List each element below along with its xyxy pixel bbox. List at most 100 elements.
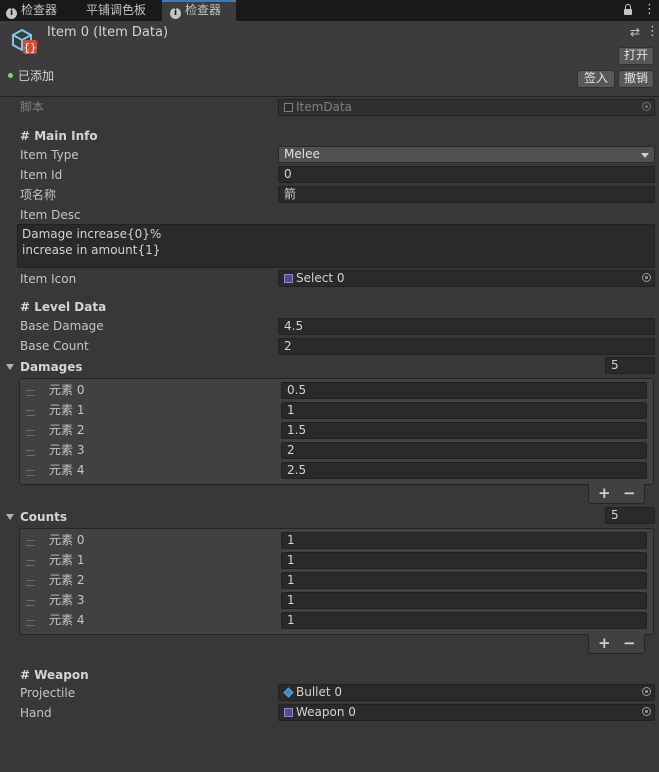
item-name-field[interactable]: 箭 — [278, 186, 655, 203]
lock-icon[interactable] — [624, 4, 632, 16]
chevron-down-icon — [641, 153, 649, 158]
item-type-dropdown[interactable]: Melee — [278, 146, 655, 163]
tab-label: 检查器 — [185, 3, 222, 17]
damages-element-label: 元素 3 — [49, 443, 85, 457]
revert-button[interactable]: 撤销 — [618, 70, 654, 88]
item-id-field[interactable]: 0 — [278, 166, 655, 183]
tab-label: 平铺调色板 — [86, 3, 147, 17]
base-damage-label: Base Damage — [20, 319, 104, 333]
damages-size-field[interactable]: 5 — [605, 357, 655, 374]
drag-handle-icon[interactable] — [26, 450, 35, 456]
damages-list-footer: + − — [588, 484, 645, 504]
script-label: 脚本 — [20, 100, 45, 114]
scriptable-object-icon: {} — [10, 27, 38, 55]
drag-handle-icon[interactable] — [26, 560, 35, 566]
remove-element-button[interactable]: − — [623, 485, 636, 501]
open-button[interactable]: 打开 — [618, 47, 654, 65]
checkin-button[interactable]: 签入 — [577, 70, 615, 88]
counts-element-field[interactable]: 1 — [281, 572, 647, 589]
base-count-label: Base Count — [20, 339, 89, 353]
damages-element-field[interactable]: 1 — [281, 402, 647, 419]
item-desc-label: Item Desc — [20, 208, 81, 222]
hand-value: Weapon 0 — [296, 705, 356, 719]
damages-element-label: 元素 2 — [49, 423, 85, 437]
base-damage-field[interactable]: 4.5 — [278, 318, 655, 335]
projectile-field[interactable]: Bullet 0 — [278, 684, 655, 701]
drag-handle-icon[interactable] — [26, 540, 35, 546]
item-desc-line: Damage increase{0}% — [22, 227, 162, 241]
script-field: ItemData — [278, 99, 655, 116]
info-icon: i — [170, 8, 181, 19]
drag-handle-icon[interactable] — [26, 470, 35, 476]
projectile-label: Projectile — [20, 686, 76, 700]
add-element-button[interactable]: + — [598, 635, 611, 651]
sprite-icon — [284, 274, 293, 283]
object-picker-icon[interactable] — [642, 687, 651, 696]
kebab-menu-icon[interactable]: ⋮ — [643, 2, 656, 18]
drag-handle-icon[interactable] — [26, 410, 35, 416]
script-value: ItemData — [296, 100, 352, 114]
counts-element-label: 元素 2 — [49, 573, 85, 587]
foldout-arrow-icon[interactable] — [6, 514, 14, 520]
item-icon-label: Item Icon — [20, 272, 77, 286]
item-desc-textarea[interactable]: Damage increase{0}% increase in amount{1… — [17, 224, 655, 268]
info-icon: i — [6, 8, 17, 19]
script-icon — [284, 103, 293, 112]
damages-foldout[interactable]: Damages — [20, 359, 83, 375]
object-picker-icon[interactable] — [642, 707, 651, 716]
weapon-heading: # Weapon — [20, 668, 89, 682]
inspector-header: {} Item 0 (Item Data) ⇄ ⋮ 打开 已添加 签入 撤销 — [0, 21, 659, 97]
damages-element-label: 元素 0 — [49, 383, 85, 397]
status-added-icon — [8, 73, 13, 78]
item-desc-line: increase in amount{1} — [22, 243, 161, 257]
damages-element-label: 元素 4 — [49, 463, 85, 477]
settings-sliders-icon[interactable]: ⇄ — [630, 25, 640, 39]
svg-text:{}: {} — [23, 41, 36, 54]
tab-bar: i 检查器 平铺调色板 i 检查器 ⋮ — [0, 0, 659, 21]
tab-inspector-1[interactable]: i 检查器 — [6, 0, 57, 21]
counts-list-footer: + − — [588, 634, 645, 654]
kebab-menu-icon[interactable]: ⋮ — [646, 24, 659, 40]
level-data-heading: # Level Data — [20, 300, 107, 314]
counts-element-label: 元素 3 — [49, 593, 85, 607]
damages-element-label: 元素 1 — [49, 403, 85, 417]
counts-element-label: 元素 1 — [49, 553, 85, 567]
item-icon-value: Select 0 — [296, 271, 345, 285]
counts-element-label: 元素 0 — [49, 533, 85, 547]
drag-handle-icon[interactable] — [26, 390, 35, 396]
main-info-heading: # Main Info — [20, 129, 98, 143]
counts-size-field[interactable]: 5 — [605, 507, 655, 524]
counts-element-field[interactable]: 1 — [281, 612, 647, 629]
counts-element-field[interactable]: 1 — [281, 592, 647, 609]
counts-element-field[interactable]: 1 — [281, 552, 647, 569]
damages-element-field[interactable]: 0.5 — [281, 382, 647, 399]
prefab-icon — [283, 687, 294, 698]
scriptable-object-icon — [284, 708, 293, 717]
damages-element-field[interactable]: 2.5 — [281, 462, 647, 479]
tab-inspector-2[interactable]: i 检查器 — [162, 0, 236, 21]
drag-handle-icon[interactable] — [26, 600, 35, 606]
drag-handle-icon[interactable] — [26, 430, 35, 436]
item-icon-field[interactable]: Select 0 — [278, 270, 655, 287]
counts-element-field[interactable]: 1 — [281, 532, 647, 549]
remove-element-button[interactable]: − — [623, 635, 636, 651]
drag-handle-icon[interactable] — [26, 580, 35, 586]
hand-label: Hand — [20, 706, 52, 720]
object-picker-icon — [642, 102, 651, 111]
tab-tile-palette[interactable]: 平铺调色板 — [86, 0, 146, 21]
add-element-button[interactable]: + — [598, 485, 611, 501]
item-name-label: 项名称 — [20, 188, 57, 202]
tab-label: 检查器 — [21, 3, 58, 17]
base-count-field[interactable]: 2 — [278, 338, 655, 355]
counts-foldout[interactable]: Counts — [20, 509, 67, 525]
item-type-label: Item Type — [20, 148, 79, 162]
foldout-arrow-icon[interactable] — [6, 364, 14, 370]
drag-handle-icon[interactable] — [26, 620, 35, 626]
projectile-value: Bullet 0 — [296, 685, 343, 699]
damages-element-field[interactable]: 1.5 — [281, 422, 647, 439]
hand-field[interactable]: Weapon 0 — [278, 704, 655, 721]
object-picker-icon[interactable] — [642, 273, 651, 282]
damages-element-field[interactable]: 2 — [281, 442, 647, 459]
vcs-status-label: 已添加 — [18, 69, 55, 83]
counts-element-label: 元素 4 — [49, 613, 85, 627]
